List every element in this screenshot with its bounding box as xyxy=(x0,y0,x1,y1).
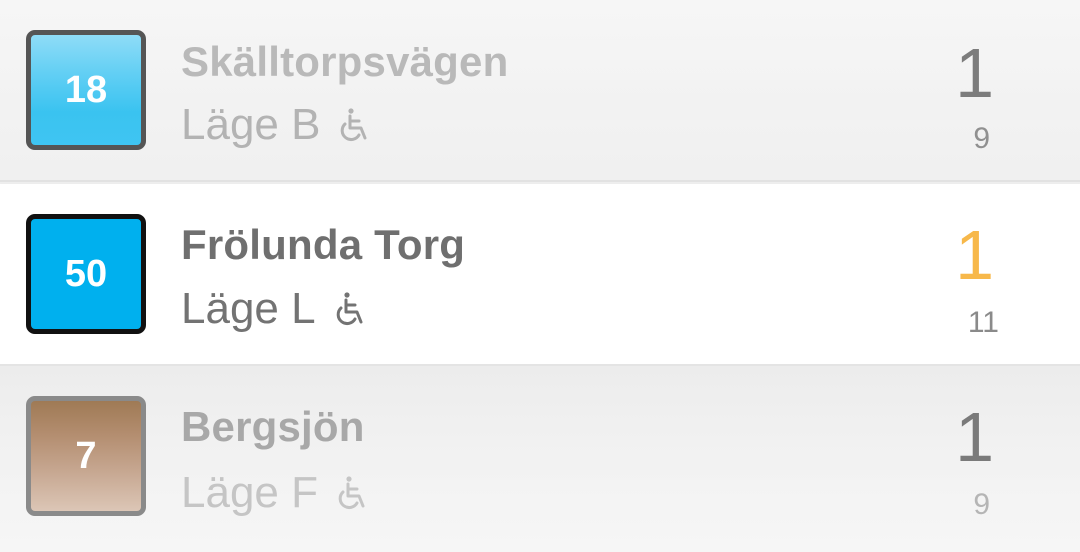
stop-name: Skälltorpsvägen xyxy=(181,38,509,85)
wheelchair-icon xyxy=(341,108,367,142)
position-label: Läge L xyxy=(181,284,316,333)
line-badge: 50 xyxy=(26,214,146,334)
minutes-until-departure: 1 xyxy=(955,216,994,294)
departure-row[interactable]: 7 Bergsjön Läge F 1 9 xyxy=(0,366,1080,552)
wheelchair-icon xyxy=(336,292,363,326)
line-number: 18 xyxy=(64,68,108,111)
departure-list: 18 Skälltorpsvägen Läge B 1 9 50 Frölund… xyxy=(0,0,1080,552)
stop-position: Läge L xyxy=(181,284,370,334)
departure-row[interactable]: 18 Skälltorpsvägen Läge B 1 9 xyxy=(0,0,1080,182)
stop-name: Frölunda Torg xyxy=(181,221,466,268)
wheelchair-icon xyxy=(338,476,365,510)
line-number: 50 xyxy=(64,252,108,295)
minutes-until-departure: 1 xyxy=(955,398,994,476)
position-label: Läge B xyxy=(181,100,321,149)
minutes-until-departure: 1 xyxy=(955,34,994,112)
line-badge: 7 xyxy=(26,396,146,516)
stop-position: Läge F xyxy=(181,468,372,518)
stop-position: Läge B xyxy=(181,100,374,150)
departure-row[interactable]: 50 Frölunda Torg Läge L 1 11 xyxy=(0,184,1080,364)
line-badge: 18 xyxy=(26,30,146,150)
row-divider xyxy=(0,364,1080,366)
stop-name: Bergsjön xyxy=(181,403,365,450)
next-departure: 9 xyxy=(973,122,990,155)
next-departure: 9 xyxy=(973,488,990,521)
position-label: Läge F xyxy=(181,468,318,517)
next-departure: 11 xyxy=(967,306,999,339)
line-number: 7 xyxy=(75,434,97,477)
